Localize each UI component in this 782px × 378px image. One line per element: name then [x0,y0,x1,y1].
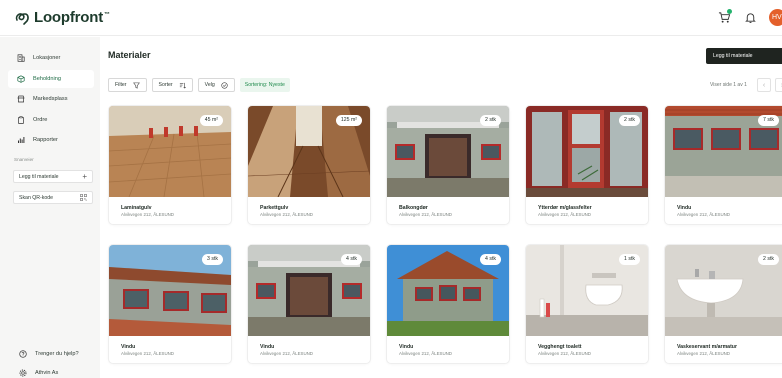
quantity-badge: 125 m² [335,115,362,126]
quantity-badge: 45 m² [199,115,223,126]
material-address: Alvikvegen 212, ÅLESUND [538,351,591,356]
sidebar-item-ordre[interactable]: Ordre [8,111,94,129]
material-card[interactable]: 2 stk Ytterdør m/glassfelter Alvikvegen … [526,106,648,224]
material-title: Vegghengt toalett [538,344,582,350]
funnel-icon [132,82,140,89]
cart-notification-dot [727,8,732,14]
material-title: Vindu [121,344,136,350]
sidebar-item-label: Markedsplass [33,96,68,102]
material-address: Alvikvegen 212, ÅLESUND [399,212,452,217]
company-name: Athvin As [35,370,59,376]
previous-page-button[interactable]: ‹ [757,78,771,92]
material-title: Ytterdør m/glassfelter [538,205,592,211]
box-icon [17,74,25,83]
sidebar: Lokasjoner Beholdning Markedsplass Ordre… [0,37,100,378]
sort-button[interactable]: Sorter [151,78,193,92]
material-title: Balkongdør [399,205,428,211]
pagination-status: Viser side 1 av 1 [710,82,747,88]
material-card[interactable]: 4 stk Vindu Alvikvegen 212, ÅLESUND [248,245,370,363]
help-link[interactable]: Trenger du hjelp? [19,350,79,358]
scan-qr-shortcut[interactable]: Skan QR-kode [13,191,93,204]
sort-label: Sorter [158,82,173,88]
material-card[interactable]: 2 stk Balkongdør Alvikvegen 212, ÅLESUND [387,106,509,224]
material-address: Alvikvegen 212, ÅLESUND [399,351,452,356]
material-address: Alvikvegen 212, ÅLESUND [260,212,313,217]
material-address: Alvikvegen 212, ÅLESUND [538,212,591,217]
bell-icon [744,13,756,23]
select-label: Velg [204,82,215,88]
cart-button[interactable] [717,8,732,25]
material-address: Alvikvegen 212, ÅLESUND [260,351,313,356]
next-page-button[interactable]: › [775,78,782,92]
quantity-badge: 4 stk [480,254,501,265]
filter-button[interactable]: Filter [108,78,147,92]
material-card[interactable]: 7 stk Vindu Alvikvegen 212, ÅLESUND [665,106,782,224]
sidebar-item-rapporter[interactable]: Rapporter [8,131,94,149]
plus-icon: + [82,171,87,181]
logo-text: Loopfront™ [34,9,110,26]
sidebar-item-beholdning[interactable]: Beholdning [8,69,94,88]
select-button[interactable]: Velg [197,78,235,92]
quantity-badge: 2 stk [480,115,501,126]
clipboard-icon [18,115,24,124]
quantity-badge: 2 stk [758,254,779,265]
loop-logo-icon [15,12,29,25]
material-title: Vindu [260,344,275,350]
material-title: Vaskeservant m/armatur [677,344,737,350]
material-card[interactable]: 45 m² Laminatgulv Alvikvegen 212, ÅLESUN… [109,106,231,224]
shortcuts-heading: Snarveier [14,157,34,162]
add-material-button[interactable]: Legg til materiale [706,48,782,64]
material-address: Alvikvegen 212, ÅLESUND [121,351,174,356]
help-label: Trenger du hjelp? [35,351,79,357]
quantity-badge: 4 stk [341,254,362,265]
material-card[interactable]: 2 stk Vaskeservant m/armatur Alvikvegen … [665,245,782,363]
question-circle-icon [19,350,27,358]
add-material-shortcut[interactable]: Legg til materiale + [13,170,93,183]
sort-status-chip: Sortering: Nyeste [239,78,290,92]
bar-chart-icon [18,137,25,143]
sidebar-item-label: Beholdning [33,75,61,82]
material-card[interactable]: 1 stk Vegghengt toalett Alvikvegen 212, … [526,245,648,363]
material-address: Alvikvegen 212, ÅLESUND [677,351,730,356]
sidebar-item-label: Rapporter [33,137,58,143]
material-card[interactable]: 3 stk Vindu Alvikvegen 212, ÅLESUND [109,245,231,363]
filter-label: Filter [115,82,127,88]
sidebar-nav: Lokasjoner Beholdning Markedsplass Ordre… [8,49,94,152]
gear-icon [19,369,27,377]
building-icon [17,54,25,62]
sidebar-item-markedsplass[interactable]: Markedsplass [8,90,94,108]
quantity-badge: 2 stk [619,115,640,126]
material-title: Laminatgulv [121,205,152,211]
material-title: Vindu [399,344,414,350]
material-title: Parkettgulv [260,205,289,211]
qr-code-icon [80,194,87,201]
page-title: Materialer [108,50,151,60]
material-address: Alvikvegen 212, ÅLESUND [121,212,174,217]
material-title: Vindu [677,205,692,211]
company-switcher[interactable]: Athvin As [19,369,58,377]
notifications-button[interactable] [743,11,757,25]
sidebar-item-lokasjoner[interactable]: Lokasjoner [8,49,94,67]
quantity-badge: 3 stk [202,254,223,265]
material-address: Alvikvegen 212, ÅLESUND [677,212,730,217]
add-material-shortcut-label: Legg til materiale [19,173,59,180]
sidebar-item-label: Ordre [33,116,48,123]
logo[interactable]: Loopfront™ [14,9,110,26]
check-circle-icon [221,81,228,89]
material-card[interactable]: 125 m² Parkettgulv Alvikvegen 212, ÅLESU… [248,106,370,224]
user-avatar[interactable]: HV [769,9,782,26]
store-icon [17,95,25,103]
quantity-badge: 7 stk [758,115,779,126]
sidebar-item-label: Lokasjoner [33,55,61,61]
quantity-badge: 1 stk [619,254,640,265]
pagination: ‹ › [757,78,782,92]
toolbar: Filter Sorter Velg Sortering: Nyeste [108,78,290,92]
material-card[interactable]: 4 stk Vindu Alvikvegen 212, ÅLESUND [387,245,509,363]
top-bar: Loopfront™ HV [0,0,782,36]
sort-icon [179,82,186,89]
scan-qr-shortcut-label: Skan QR-kode [19,194,54,201]
